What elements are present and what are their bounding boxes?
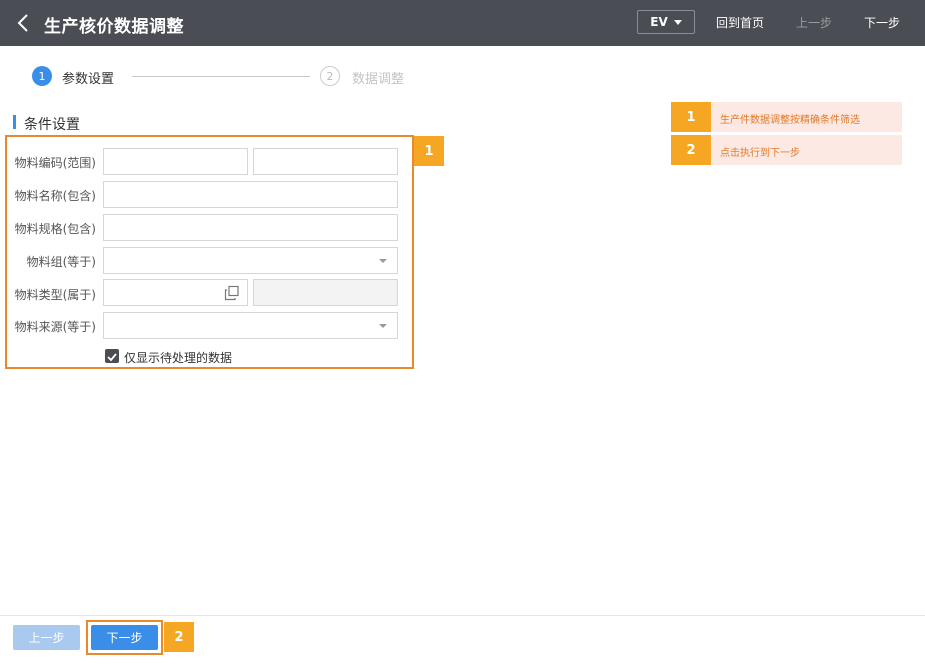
page-title: 生产核价数据调整 xyxy=(44,17,184,37)
material-group-label: 物料组(等于) xyxy=(26,255,96,269)
step-2-circle: 2 xyxy=(320,66,340,86)
material-source-select[interactable] xyxy=(103,312,398,339)
material-code-label: 物料编码(范围) xyxy=(14,156,96,170)
step-1-circle: 1 xyxy=(32,66,52,86)
prev-step-button[interactable]: 上一步 xyxy=(13,625,80,650)
header-prev-step-link[interactable]: 上一步 xyxy=(796,14,832,31)
section-title: 条件设置 xyxy=(24,117,80,133)
section-marker xyxy=(13,115,16,129)
back-arrow-icon[interactable] xyxy=(14,11,34,35)
material-spec-input[interactable] xyxy=(103,214,398,241)
material-name-label: 物料名称(包含) xyxy=(14,189,96,203)
step-2-label: 数据调整 xyxy=(352,72,405,87)
language-label: EV xyxy=(650,15,668,29)
annotation-note-1: 1 生产件数据调整按精确条件筛选 xyxy=(671,102,902,132)
step-connector xyxy=(132,76,310,77)
material-code-to-input[interactable] xyxy=(253,148,398,175)
multi-select-icon[interactable] xyxy=(224,285,240,301)
step-1-label: 参数设置 xyxy=(62,72,115,87)
material-spec-label: 物料规格(包含) xyxy=(14,222,96,236)
chevron-down-icon xyxy=(379,259,387,263)
chevron-down-icon xyxy=(673,19,682,25)
home-link[interactable]: 回到首页 xyxy=(716,14,764,31)
chevron-down-icon xyxy=(379,324,387,328)
note-2-text: 点击执行到下一步 xyxy=(720,148,800,159)
annotation-badge-2: 2 xyxy=(164,622,194,652)
next-step-button[interactable]: 下一步 xyxy=(91,625,158,650)
material-name-input[interactable] xyxy=(103,181,398,208)
step-indicator: 1 参数设置 2 数据调整 xyxy=(32,66,432,88)
note-2-number: 2 xyxy=(671,135,711,165)
checkmark-icon xyxy=(107,353,117,362)
pending-only-checkbox[interactable] xyxy=(105,349,119,363)
top-bar: 生产核价数据调整 EV 回到首页 上一步 下一步 xyxy=(0,0,925,46)
annotation-note-2: 2 点击执行到下一步 xyxy=(671,135,902,165)
material-type-display xyxy=(253,279,398,306)
note-1-text: 生产件数据调整按精确条件筛选 xyxy=(720,115,860,126)
material-code-from-input[interactable] xyxy=(103,148,248,175)
footer-divider xyxy=(0,615,925,616)
material-type-input[interactable] xyxy=(103,279,248,306)
note-1-number: 1 xyxy=(671,102,711,132)
pending-only-label: 仅显示待处理的数据 xyxy=(124,351,233,365)
annotation-badge-1: 1 xyxy=(414,136,444,166)
language-dropdown[interactable]: EV xyxy=(637,10,695,34)
material-group-select[interactable] xyxy=(103,247,398,274)
header-next-step-link[interactable]: 下一步 xyxy=(864,14,900,31)
material-type-label: 物料类型(属于) xyxy=(14,288,96,302)
material-source-label: 物料来源(等于) xyxy=(14,320,96,334)
